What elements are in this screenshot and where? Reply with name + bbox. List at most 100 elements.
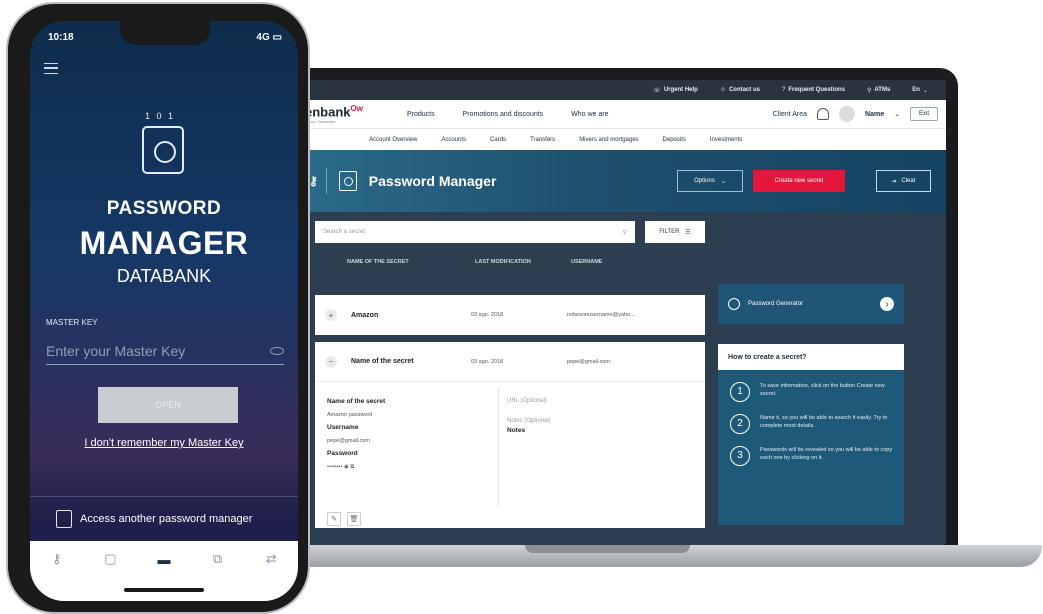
field-value[interactable]: pepe@gmail.com — [327, 438, 487, 444]
collapse-icon[interactable]: − — [325, 355, 337, 368]
secret-date: 03 ago. 2018 — [471, 312, 504, 318]
step-text: To save information, click on the button… — [760, 383, 885, 397]
field-label: Password — [327, 450, 358, 457]
secret-username: pepe@gmail.com — [567, 358, 610, 365]
bank-logo[interactable]: enbankOw Grupo Santander — [305, 104, 385, 123]
phone-frame: 10:18 4G ▭ 1 0 1 PASSWORD MANAGER DATABA… — [8, 4, 308, 612]
secrets-list: + Amazon 03 ago. 2018 nobesonusername@ya… — [315, 295, 705, 528]
field-label: Username — [327, 424, 359, 431]
expand-icon[interactable]: + — [325, 309, 337, 321]
exit-button[interactable]: Exit — [909, 107, 938, 121]
utility-bar: ☏ Urgent Help ☺ Contact us ? Frequent Qu… — [305, 80, 946, 100]
step-text: Passwords will be revealed so you will b… — [760, 447, 893, 461]
subnav-deposits[interactable]: Deposits — [663, 137, 686, 143]
column-header[interactable]: NAME OF THE SECRET — [347, 259, 475, 265]
subnav-accounts[interactable]: Accounts — [441, 137, 466, 143]
status-time: 10:18 — [48, 32, 74, 43]
password-generator-button[interactable]: Password Generator › — [718, 284, 904, 324]
step-number: 3 — [730, 446, 750, 466]
table-row[interactable]: − Name of the secret 03 ago. 2018 pepe@g… — [315, 342, 705, 382]
clear-button[interactable]: ⇥ Clear — [876, 170, 931, 192]
nav-link-promotions[interactable]: Promotions and discounts — [463, 111, 544, 118]
edit-icon[interactable]: ✎ — [327, 512, 341, 526]
chevron-right-icon[interactable]: › — [880, 297, 894, 311]
how-to-card: How to create a secret? 1 To save inform… — [718, 344, 904, 525]
secret-name: Name of the secret — [351, 358, 414, 365]
app-subtitle: DATABANK — [116, 266, 212, 286]
menu-icon[interactable] — [44, 63, 58, 74]
how-to-title: How to create a secret? — [718, 344, 904, 370]
divider — [325, 168, 327, 194]
key-icon[interactable]: ⚷ — [47, 551, 67, 567]
key-icon: ⚷ — [309, 174, 318, 188]
bell-icon[interactable] — [817, 108, 830, 120]
list-item: 3 Passwords will be revealed so you will… — [718, 434, 904, 466]
notes-label: Notes — [507, 427, 526, 434]
copy-icon[interactable]: ⧉ — [350, 464, 354, 470]
options-button[interactable]: Options ⌄ — [677, 170, 743, 192]
search-row: Search a secret ⚲ FILTER ☷ — [305, 212, 946, 252]
logout-icon: ⇥ — [891, 178, 897, 185]
client-area-link[interactable]: Client Area — [773, 111, 807, 118]
step-text: Name it, so you will be able to search i… — [760, 415, 888, 429]
master-key-label: MASTER KEY — [46, 318, 98, 327]
step-number: 1 — [730, 382, 750, 402]
phone-screen: 10:18 4G ▭ 1 0 1 PASSWORD MANAGER DATABA… — [30, 21, 298, 601]
create-secret-button[interactable]: Create new secret — [753, 170, 845, 192]
column-header[interactable]: LAST MODIFICATION — [475, 259, 571, 265]
table-row[interactable]: + Amazon 03 ago. 2018 nobesonusername@ya… — [315, 295, 705, 335]
atms-link[interactable]: ⚲ ATMs — [867, 87, 890, 94]
forgot-master-key-link[interactable]: I don't remember my Master Key — [30, 437, 298, 449]
search-icon[interactable]: ⚲ — [623, 229, 627, 236]
contact-us-link[interactable]: ☺ Contact us — [720, 87, 760, 93]
chevron-down-icon: ⌄ — [720, 178, 726, 185]
nav-link-who-we-are[interactable]: Who we are — [571, 111, 608, 118]
subnav-mortgages[interactable]: Mixers and mortgages — [579, 137, 638, 143]
marketing-mockup: ☏ Urgent Help ☺ Contact us ? Frequent Qu… — [0, 0, 1043, 614]
subnav-account-overview[interactable]: Account Overview — [369, 137, 417, 143]
chat-icon[interactable]: ▢ — [100, 551, 120, 567]
trash-icon[interactable]: 🗑 — [347, 512, 361, 526]
subnav-cards[interactable]: Cards — [490, 137, 506, 143]
binary-icon: 1 0 1 — [145, 111, 176, 121]
safe-icon — [338, 171, 357, 191]
laptop-base-notch — [525, 545, 690, 553]
secret-date: 03 ago. 2018 — [471, 358, 504, 365]
arrows-icon[interactable]: ⇄ — [261, 551, 281, 567]
column-header[interactable]: USERNAME — [571, 259, 602, 265]
avatar[interactable] — [839, 106, 856, 122]
field-value[interactable]: Amazon password — [327, 412, 487, 418]
url-label: URL (Optional) — [507, 398, 547, 404]
card-icon[interactable]: ▬ — [154, 551, 174, 567]
password-value[interactable]: •••••••• ◉ ⧉ — [327, 464, 487, 471]
transfer-icon[interactable]: ⧉ — [208, 551, 228, 567]
divider — [498, 388, 499, 506]
status-signal: 4G ▭ — [256, 32, 282, 43]
open-button[interactable]: OPEN — [98, 387, 238, 423]
secret-username: nobesonusername@yaho... — [567, 312, 635, 318]
user-name[interactable]: Name — [865, 111, 884, 118]
home-indicator — [124, 588, 204, 592]
dynamic-island — [120, 21, 210, 45]
notes-optional-label: Notes (Optional) — [507, 418, 551, 424]
generator-icon — [728, 298, 740, 310]
field-label: Name of the secret — [327, 398, 386, 405]
subnav-transfers[interactable]: Transfers — [530, 137, 555, 143]
access-other-manager-button[interactable]: Access another password manager — [56, 510, 252, 528]
secret-name: Amazon — [351, 311, 379, 319]
nav-link-products[interactable]: Products — [407, 111, 435, 118]
language-select[interactable]: En ⌄ — [912, 87, 928, 94]
urgent-help-link[interactable]: ☏ Urgent Help — [653, 87, 698, 94]
eye-icon[interactable] — [270, 346, 284, 355]
table-header: NAME OF THE SECRET LAST MODIFICATION USE… — [305, 252, 946, 272]
faq-link[interactable]: ? Frequent Questions — [782, 87, 845, 93]
side-panel: Password Generator › How to create a sec… — [718, 284, 904, 525]
eye-icon[interactable]: ◉ — [344, 464, 349, 470]
filter-button[interactable]: FILTER ☷ — [645, 221, 705, 243]
secret-optional-details: URL (Optional) Notes (Optional) Notes — [507, 392, 551, 434]
subnav-investments[interactable]: Investments — [710, 137, 742, 143]
chevron-down-icon[interactable]: ⌄ — [894, 110, 900, 118]
search-input[interactable]: Search a secret ⚲ — [315, 221, 635, 243]
sub-nav: Account Overview Accounts Cards Transfer… — [305, 128, 946, 150]
master-key-input[interactable]: Enter your Master Key — [46, 337, 284, 365]
